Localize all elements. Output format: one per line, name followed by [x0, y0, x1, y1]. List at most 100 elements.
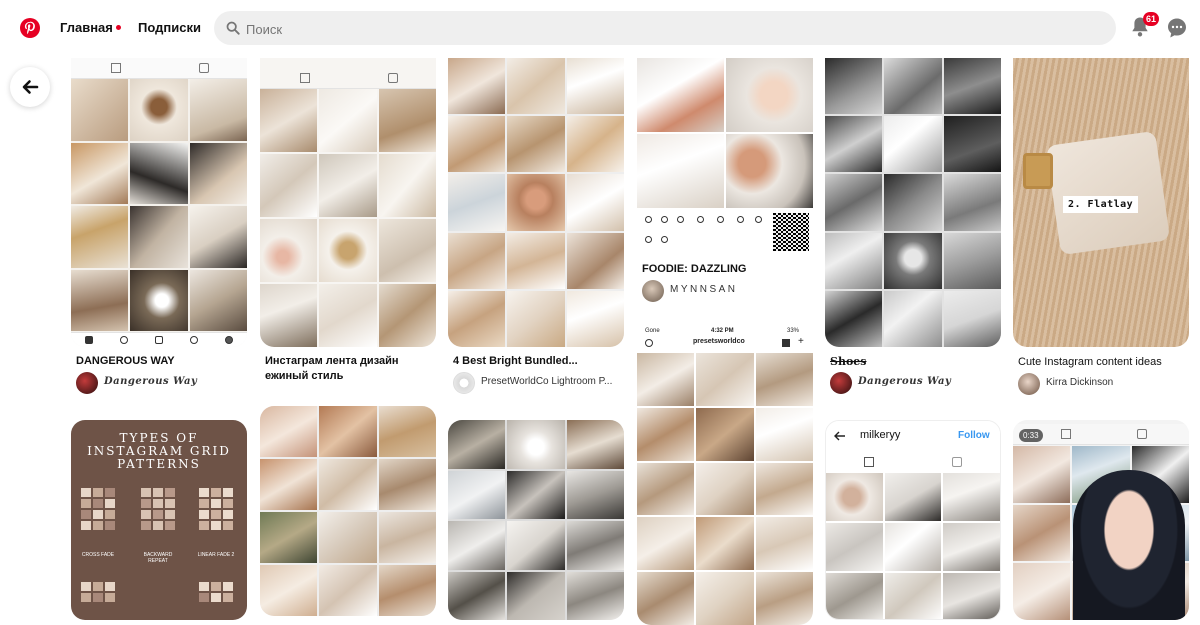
pin-title[interactable]: 4 Best Bright Bundled... — [453, 354, 623, 369]
pin-user-name: PresetWorldCo Lightroom P... — [481, 376, 613, 387]
tagged-icon — [388, 73, 398, 83]
photo-grid — [825, 58, 1001, 347]
ig-bottom-nav — [71, 332, 247, 347]
video-duration: 0:33 — [1019, 429, 1043, 442]
search-icon — [120, 336, 128, 344]
ig-tab-bar — [260, 68, 436, 89]
pin-card[interactable]: 2. Flatlay Cute Instagram content ideas … — [1013, 58, 1189, 398]
pin-user[interactable]: Kirra Dickinson — [1018, 373, 1188, 395]
pin-card[interactable]: 0:33 — [1013, 420, 1189, 620]
stats-icon — [782, 339, 790, 347]
search-input[interactable] — [244, 11, 1108, 47]
pin-image[interactable] — [825, 58, 1001, 347]
pin-user-name: Kirra Dickinson — [1046, 377, 1114, 388]
video-person — [1073, 470, 1185, 620]
search-icon — [226, 21, 240, 35]
pattern-swatches — [199, 488, 233, 530]
pin-image[interactable] — [448, 58, 624, 347]
photo-grid — [448, 420, 624, 620]
nav-home[interactable]: Главная — [60, 20, 121, 35]
pin-image[interactable]: 2. Flatlay — [1013, 58, 1189, 347]
notifications-badge: 61 — [1143, 12, 1159, 26]
status-carrier: Gone — [645, 328, 660, 334]
add-icon — [155, 336, 163, 344]
pin-title[interactable]: Cute Instagram content ideas — [1018, 355, 1188, 370]
pin-user[interactable]: PresetWorldCo Lightroom P... — [453, 372, 623, 394]
photo-grid — [826, 473, 1000, 619]
tagged-icon — [952, 457, 962, 467]
home-icon — [85, 336, 93, 344]
pin-image[interactable] — [637, 58, 813, 255]
pin-user-name: Dangerous Way — [858, 376, 952, 387]
swatch-label: CROSS FADE — [81, 552, 115, 558]
pin-image[interactable]: 0:33 — [1013, 420, 1189, 620]
pin-user[interactable]: MYNNSAN — [642, 280, 812, 302]
follow-button[interactable]: Follow — [958, 430, 990, 441]
status-battery: 33% — [787, 328, 800, 334]
pin-user[interactable]: Dangerous Way — [830, 372, 1000, 394]
avatar — [642, 280, 664, 302]
messages-icon[interactable] — [1166, 17, 1188, 39]
status-time: 4:32 PM — [711, 328, 734, 334]
photo-grid — [637, 353, 813, 625]
pin-title[interactable]: Shoes — [830, 354, 1000, 369]
pin-title[interactable]: DANGEROUS WAY — [76, 354, 246, 369]
pin-card[interactable]: Gone 4:32 PM 33% presetsworldco + — [637, 325, 813, 625]
pin-user-name: MYNNSAN — [670, 284, 738, 295]
pin-image[interactable]: milkeryy Follow — [825, 420, 1001, 620]
pin-card[interactable]: FOODIE: DAZZLING MYNNSAN — [637, 58, 813, 320]
pin-image[interactable] — [71, 58, 247, 347]
photo-grid — [637, 58, 813, 208]
pin-card[interactable]: Shoes Dangerous Way — [825, 58, 1001, 398]
pin-card[interactable]: 4 Best Bright Bundled... PresetWorldCo L… — [448, 58, 624, 398]
profile-handle: presetsworldco — [693, 338, 745, 345]
pin-card[interactable]: Инстаграм лента дизайн ежиный стиль — [260, 58, 436, 398]
overlay-label: 2. Flatlay — [1063, 196, 1139, 213]
search-bar[interactable] — [214, 11, 1116, 47]
avatar — [453, 372, 475, 394]
pattern-swatches — [81, 488, 115, 530]
pin-card[interactable] — [448, 420, 624, 620]
profile-name: milkeryy — [860, 429, 901, 441]
ig-tab-bar — [71, 58, 247, 79]
pin-user[interactable]: Dangerous Way — [76, 372, 246, 394]
tagged-icon — [1137, 429, 1147, 439]
pin-title[interactable]: Инстаграм лента дизайн ежиный стиль — [265, 354, 435, 384]
pin-image[interactable] — [448, 420, 624, 620]
nav-home-label: Главная — [60, 20, 113, 35]
pin-image[interactable]: TYPES OF INSTAGRAM GRID PATTERNS CROSS F… — [71, 420, 247, 620]
nav-home-dot — [115, 25, 121, 31]
pin-card[interactable] — [260, 406, 436, 616]
swatch-label: BACKWARD REPEAT — [143, 552, 173, 564]
grid-icon — [300, 73, 310, 83]
pin-image[interactable] — [260, 406, 436, 616]
nav-subscriptions[interactable]: Подписки — [138, 20, 201, 35]
pattern-swatches — [81, 582, 115, 602]
top-header: Главная Подписки 61 — [0, 0, 1200, 56]
avatar — [1018, 373, 1040, 395]
photo-grid — [448, 58, 624, 347]
back-button[interactable] — [10, 67, 50, 107]
pin-card[interactable]: milkeryy Follow — [825, 420, 1001, 620]
pin-image[interactable]: Gone 4:32 PM 33% presetsworldco + — [637, 325, 813, 625]
pin-image[interactable] — [260, 58, 436, 347]
watch-shape — [1023, 153, 1053, 189]
photo-grid — [260, 89, 436, 347]
arrow-left-icon — [834, 431, 845, 441]
settings-icon — [645, 339, 653, 347]
qr-code — [773, 213, 809, 251]
bag-shape — [1045, 130, 1171, 256]
pattern-swatches — [141, 488, 175, 530]
swatch-label: LINEAR FADE 2 — [197, 552, 235, 558]
grid-icon — [864, 457, 874, 467]
pin-title[interactable]: FOODIE: DAZZLING — [642, 262, 812, 277]
plus-icon: + — [798, 336, 804, 347]
phone-status-bar: Gone 4:32 PM 33% presetsworldco + — [637, 325, 813, 353]
pinterest-logo-icon[interactable] — [20, 18, 40, 38]
profile-header: milkeryy Follow — [826, 421, 1000, 471]
tagged-icon — [199, 63, 209, 73]
pattern-swatches — [199, 582, 233, 602]
pin-card[interactable]: DANGEROUS WAY Dangerous Way — [71, 58, 247, 398]
pin-user-name: Dangerous Way — [104, 376, 198, 387]
pin-card[interactable]: TYPES OF INSTAGRAM GRID PATTERNS CROSS F… — [71, 420, 247, 620]
